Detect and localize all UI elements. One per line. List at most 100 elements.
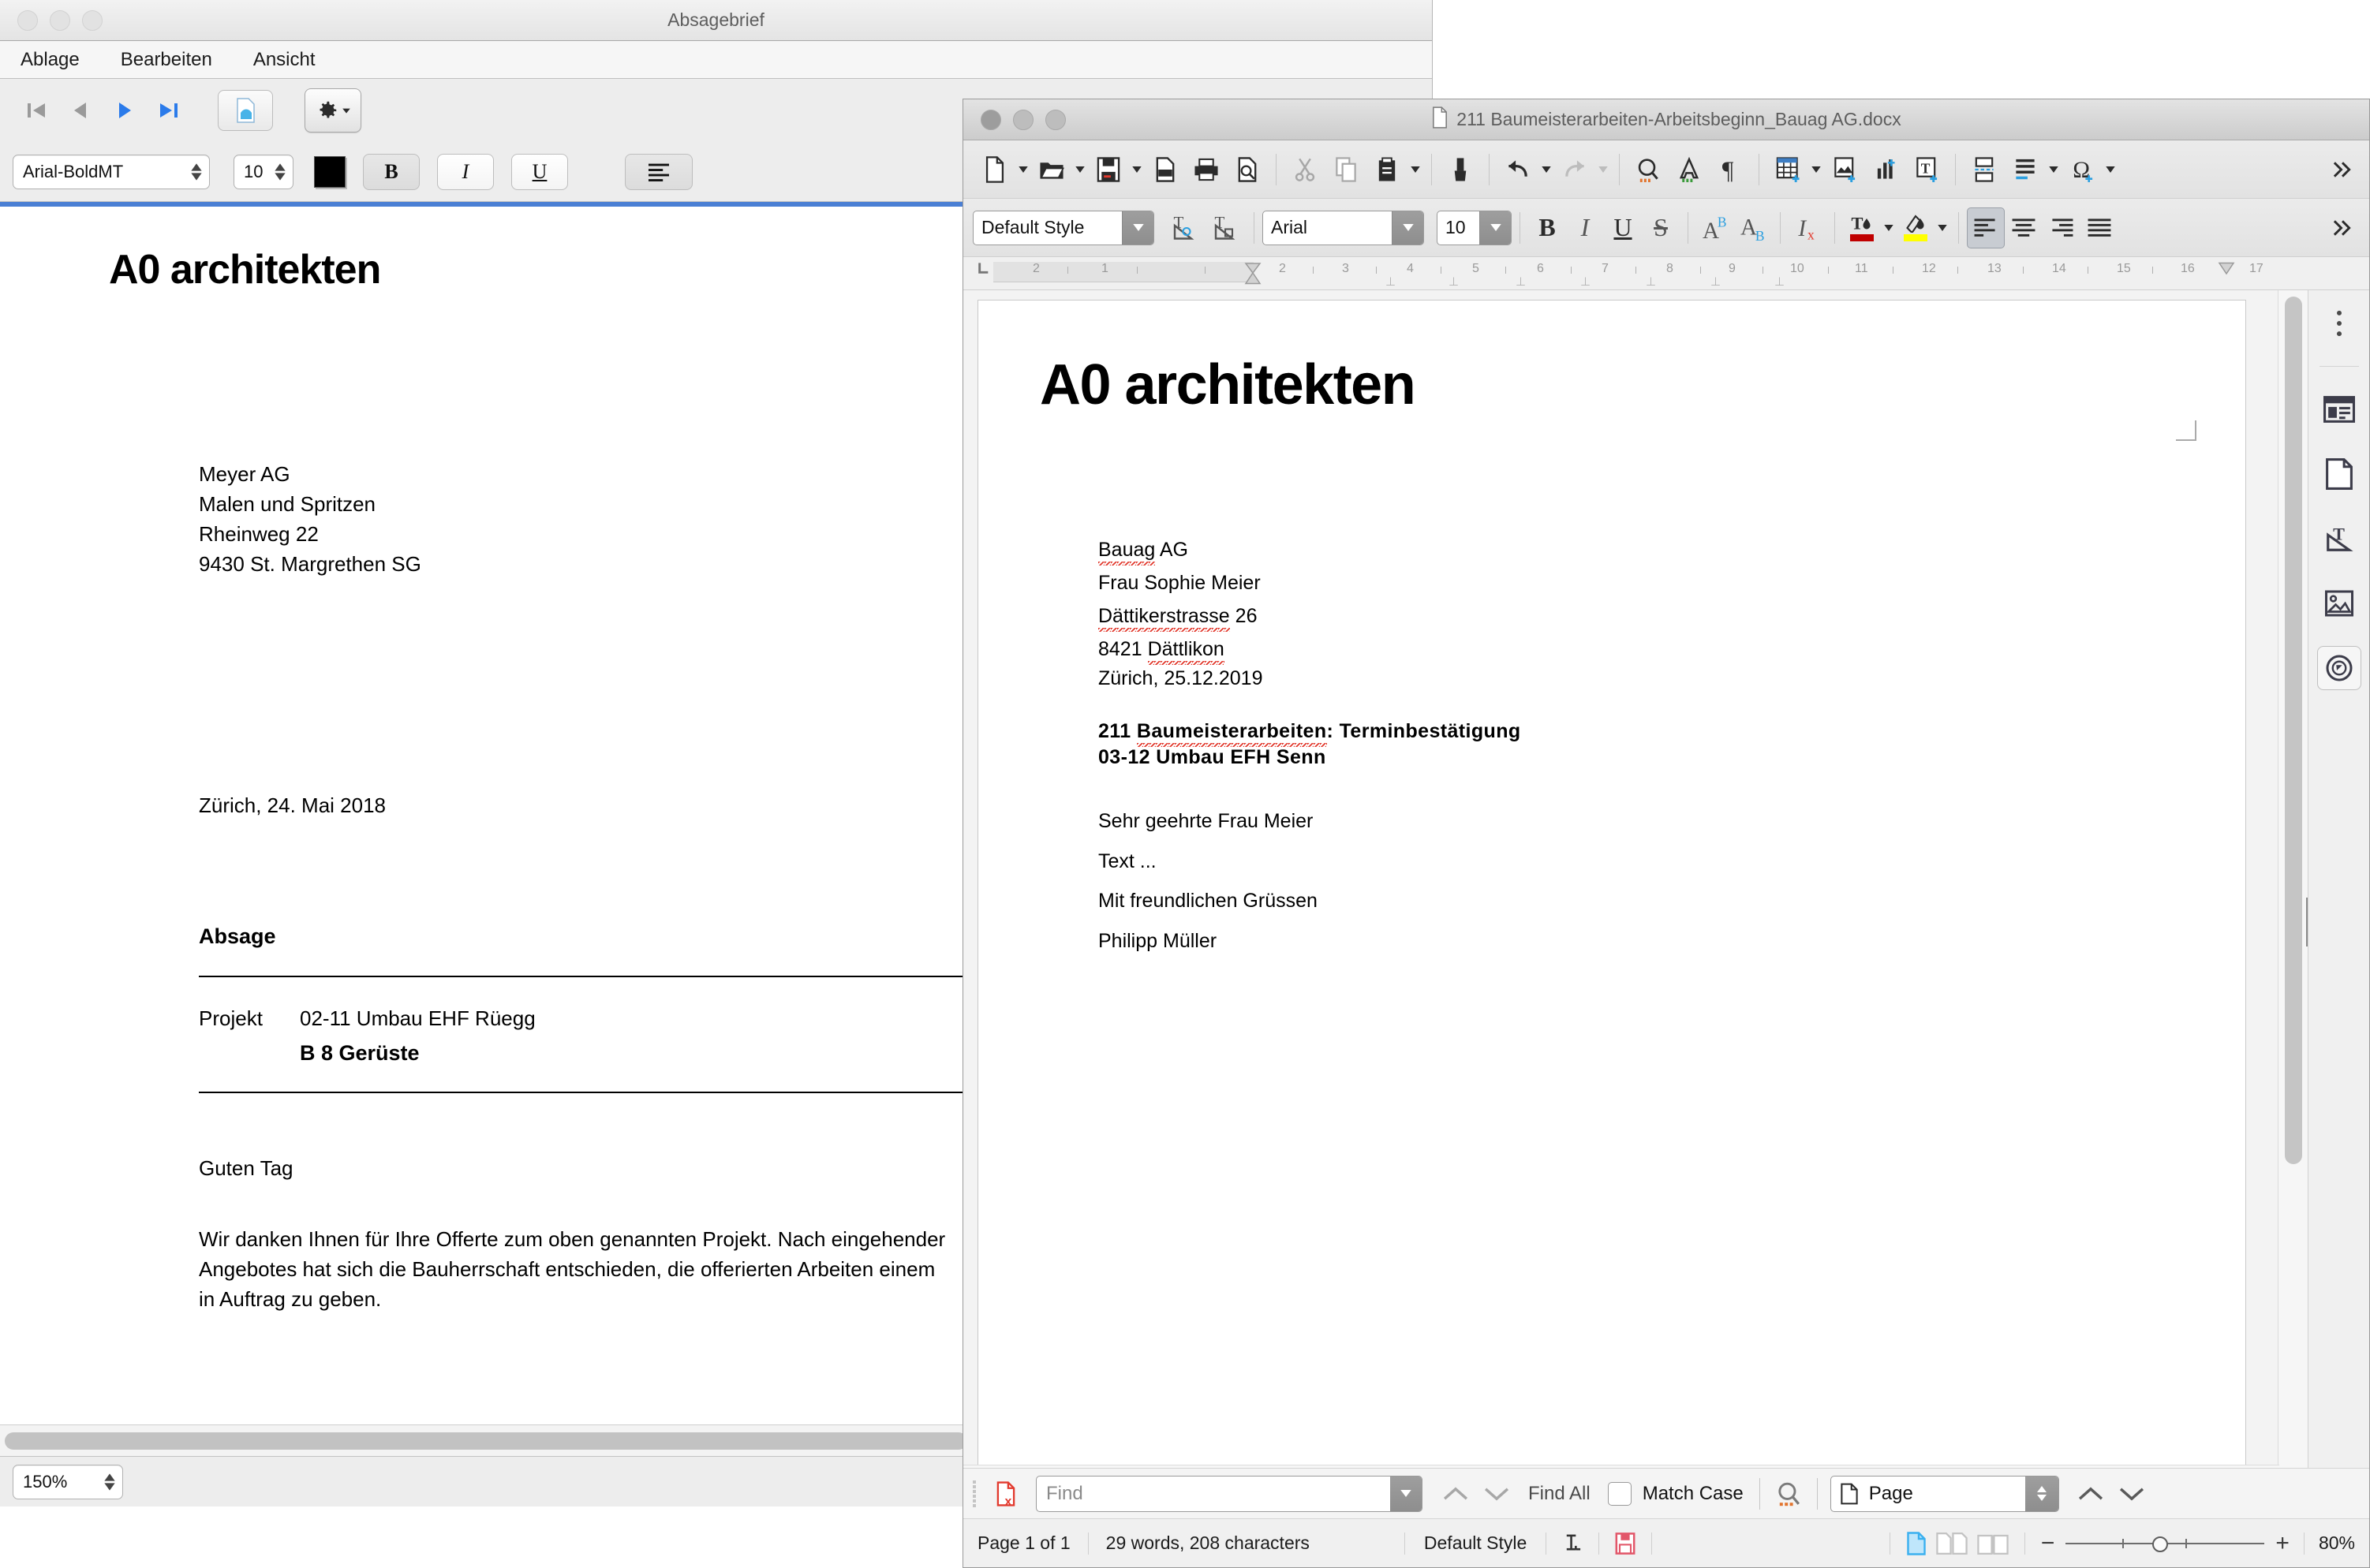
paste-icon[interactable] [1366,147,1407,192]
cut-icon[interactable] [1284,147,1325,192]
insert-mode-icon[interactable] [1562,1533,1583,1554]
save-document-dropdown-icon[interactable] [1129,147,1145,192]
right-window-titlebar[interactable]: 211 Baumeisterarbeiten-Arbeitsbeginn_Bau… [963,99,2369,140]
find-history-dropdown-icon[interactable] [1390,1476,1422,1511]
gear-icon[interactable] [305,88,361,133]
book-view-icon[interactable] [1977,1532,2009,1555]
find-next-icon[interactable] [1476,1472,1517,1516]
new-style-icon[interactable]: T [1205,206,1246,250]
update-style-icon[interactable]: T [1164,206,1205,250]
paragraph-style-dropdown-icon[interactable] [1122,211,1153,245]
zoom-button[interactable] [82,9,103,31]
paragraph-style-combo[interactable]: Default Style [973,210,1154,245]
match-case-label[interactable]: Match Case [1643,1483,1744,1505]
font-color-icon[interactable]: T [1843,207,1881,248]
highlight-color-dropdown-icon[interactable] [1935,206,1950,250]
toolbar-grip[interactable] [973,1480,981,1507]
zoom-combo[interactable]: 150% [13,1464,123,1499]
align-left-icon[interactable] [625,153,693,190]
navigate-previous-icon[interactable] [2070,1472,2111,1516]
toolbar-overflow-icon[interactable] [2322,147,2363,192]
insert-field-dropdown-icon[interactable] [2046,147,2062,192]
last-page-icon[interactable] [147,88,191,133]
font-size-dropdown-icon[interactable] [1479,211,1511,245]
italic-button[interactable]: I [437,153,494,190]
sidebar-deck[interactable]: T [2308,290,2369,1487]
first-page-icon[interactable] [14,88,58,133]
special-character-icon[interactable]: Ω [2062,147,2103,192]
font-size-combo[interactable]: 10 [1437,210,1512,245]
status-bar[interactable]: Page 1 of 1 29 words, 208 characters Def… [963,1518,2369,1567]
new-document-dropdown-icon[interactable] [1015,147,1031,192]
align-center-icon[interactable] [2005,207,2043,248]
left-hscroll-thumb[interactable] [5,1432,967,1450]
italic-button[interactable]: I [1566,207,1604,248]
font-size-combo[interactable]: 10 [234,154,293,189]
align-justify-icon[interactable] [2080,207,2118,248]
page-break-icon[interactable] [1964,147,2005,192]
ruler-indent-marker[interactable] [1243,262,1262,289]
insert-table-icon[interactable] [1767,147,1808,192]
page-style-indicator[interactable]: Default Style [1424,1533,1527,1554]
font-color-swatch[interactable] [314,155,346,188]
find-previous-icon[interactable] [1435,1472,1476,1516]
bold-button[interactable]: B [1528,207,1566,248]
special-character-dropdown-icon[interactable] [2103,147,2118,192]
spelling-icon[interactable] [1669,147,1710,192]
zoom-button[interactable] [1045,109,1066,130]
copy-icon[interactable] [1325,147,1366,192]
insert-textbox-icon[interactable]: T [1906,147,1947,192]
clone-formatting-icon[interactable] [1440,147,1481,192]
format-toolbar-overflow-icon[interactable] [2322,206,2363,250]
document-view[interactable]: A0 architekten Bauag AG Frau Sophie Meie… [963,290,2369,1487]
font-name-stepper[interactable] [190,162,203,181]
find-and-replace-icon[interactable] [1768,1472,1809,1516]
sidebar-page-icon[interactable] [2317,452,2361,496]
find-all-button[interactable]: Find All [1528,1483,1591,1505]
print-icon[interactable] [1186,147,1227,192]
font-name-combo[interactable]: Arial [1262,210,1424,245]
close-button[interactable] [981,109,1001,130]
navigate-by-combo[interactable]: Page [1830,1475,2059,1512]
undo-icon[interactable] [1497,147,1538,192]
insert-field-icon[interactable] [2005,147,2046,192]
open-document-icon[interactable] [1031,147,1072,192]
subscript-icon[interactable]: AB [1734,207,1772,248]
underline-button[interactable]: U [1604,207,1642,248]
zoom-stepper[interactable] [103,1473,116,1491]
paste-dropdown-icon[interactable] [1407,147,1423,192]
redo-dropdown-icon[interactable] [1595,147,1611,192]
formatting-marks-icon[interactable]: ¶ [1710,147,1751,192]
open-document-dropdown-icon[interactable] [1072,147,1088,192]
menu-ansicht[interactable]: Ansicht [250,47,319,73]
minimize-button[interactable] [1013,109,1034,130]
navigate-next-icon[interactable] [2111,1472,2152,1516]
insert-chart-icon[interactable] [1865,147,1906,192]
minimize-button[interactable] [50,9,70,31]
zoom-slider[interactable] [2065,1532,2265,1555]
undo-dropdown-icon[interactable] [1538,147,1554,192]
sidebar-gallery-icon[interactable] [2317,581,2361,625]
page-indicator[interactable]: Page 1 of 1 [978,1533,1071,1554]
sidebar-navigator-icon[interactable] [2316,646,2361,690]
strikethrough-button[interactable]: S [1642,207,1680,248]
vscroll-thumb[interactable] [2285,297,2302,1164]
menu-ablage[interactable]: Ablage [17,47,83,73]
unsaved-changes-icon[interactable] [1615,1532,1635,1555]
print-preview-icon[interactable] [1227,147,1268,192]
libreoffice-writer-window[interactable]: 211 Baumeisterarbeiten-Arbeitsbeginn_Bau… [963,99,2370,1568]
ruler-indent-right-marker[interactable] [2218,262,2235,280]
zoom-level[interactable]: 80% [2319,1533,2355,1554]
font-name-dropdown-icon[interactable] [1392,211,1423,245]
font-color-dropdown-icon[interactable] [1881,206,1897,250]
insert-table-dropdown-icon[interactable] [1808,147,1824,192]
font-name-combo[interactable]: Arial-BoldMT [13,154,210,189]
underline-button[interactable]: U [511,153,568,190]
align-left-icon[interactable] [1967,207,2005,248]
multiple-page-view-icon[interactable] [1936,1532,1968,1555]
left-traffic-lights[interactable] [0,9,103,31]
clear-formatting-icon[interactable]: Ix [1789,207,1826,248]
horizontal-ruler[interactable]: 2 1 0 2 3 4 5 6 7 8 9 10 [963,257,2369,290]
writer-page[interactable]: A0 architekten Bauag AG Frau Sophie Meie… [978,300,2246,1487]
highlight-color-icon[interactable] [1897,207,1935,248]
